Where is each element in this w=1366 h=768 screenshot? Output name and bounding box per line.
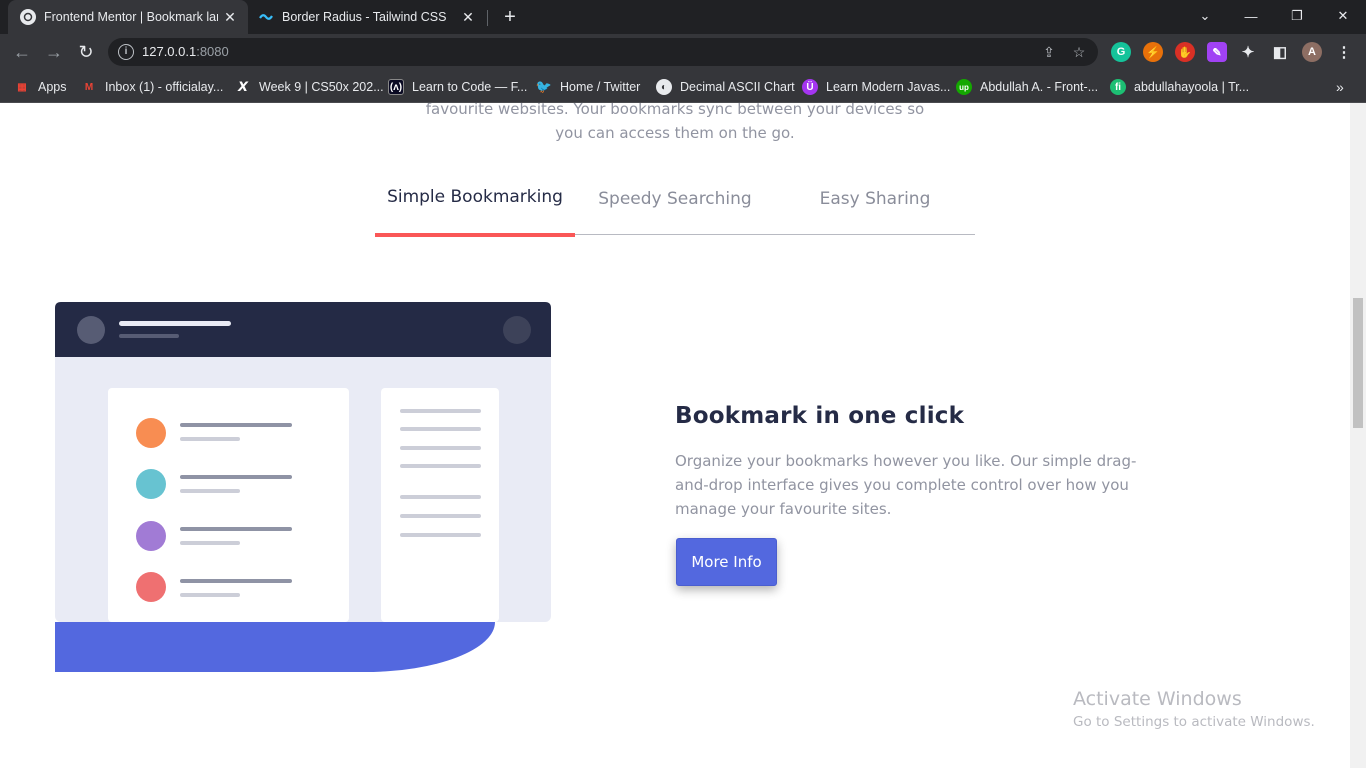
feature-tabs: Simple Bookmarking Speedy Searching Easy… — [375, 173, 975, 237]
scrollbar-thumb[interactable] — [1353, 298, 1363, 428]
intro-line-1: favourite websites. Your bookmarks sync … — [425, 103, 925, 118]
tab-easy-sharing[interactable]: Easy Sharing — [775, 189, 975, 209]
bookmark-illustration — [55, 302, 551, 622]
bookmarks-overflow-icon[interactable]: » — [1336, 77, 1344, 97]
tab-label: Easy Sharing — [819, 189, 931, 209]
freecodecamp-icon: (ʌ) — [388, 79, 404, 95]
bookmark-ascii-chart[interactable]: ◐ Decimal ASCII Chart — [656, 77, 795, 97]
bookmark-gmail[interactable]: M Inbox (1) - officialay... — [81, 77, 224, 97]
bookmark-label: Learn to Code — F... — [412, 80, 528, 94]
tab-title: Border Radius - Tailwind CSS — [282, 10, 447, 24]
reload-button[interactable]: ↻ — [72, 38, 100, 66]
bookmark-udemy[interactable]: Ü Learn Modern Javas... — [802, 77, 950, 97]
bookmark-star-icon[interactable]: ☆ — [1070, 43, 1088, 61]
active-tab-underline — [375, 233, 575, 237]
tab-close-icon[interactable]: ✕ — [456, 9, 480, 26]
tailwind-favicon-icon — [258, 9, 274, 25]
watermark-subtitle: Go to Settings to activate Windows. — [1073, 714, 1315, 730]
url-host: 127.0.0.1 — [142, 44, 197, 59]
tab-search-icon[interactable]: ⌄ — [1182, 0, 1228, 32]
back-button[interactable]: ← — [8, 38, 36, 66]
bookmark-cs50[interactable]: 𝙓 Week 9 | CS50x 202... — [235, 77, 384, 97]
frontend-mentor-favicon-icon — [20, 9, 36, 25]
url-text: 127.0.0.1:8080 — [142, 44, 229, 59]
bookmark-upwork[interactable]: up Abdullah A. - Front-... — [956, 77, 1098, 97]
browser-toolbar: ← → ↻ i 127.0.0.1:8080 ⇪ ☆ G ⚡ ✋ ✎ ✦ ◧ A… — [0, 34, 1366, 70]
adblock-extension-icon[interactable]: ✋ — [1175, 42, 1195, 62]
extensions-puzzle-icon[interactable]: ✦ — [1238, 42, 1258, 62]
close-window-button[interactable]: ✕ — [1320, 0, 1366, 32]
twitter-icon: 🐦 — [535, 79, 553, 94]
address-bar[interactable]: i 127.0.0.1:8080 ⇪ ☆ — [108, 38, 1098, 66]
profile-avatar[interactable]: A — [1302, 42, 1322, 62]
apps-grid-icon: ▦ — [17, 81, 27, 93]
grammarly-extension-icon[interactable]: G — [1111, 42, 1131, 62]
tab-label: Simple Bookmarking — [387, 187, 563, 207]
bookmark-label: abdullahayoola | Tr... — [1134, 80, 1250, 94]
udemy-icon: Ü — [802, 79, 818, 95]
bookmarks-bar: ▦ Apps M Inbox (1) - officialay... 𝙓 Week 9… — [0, 70, 1366, 103]
feature-description: Organize your bookmarks however you like… — [675, 452, 1137, 518]
bookmark-fiverr[interactable]: fi abdullahayoola | Tr... — [1110, 77, 1249, 97]
tab-speedy-searching[interactable]: Speedy Searching — [575, 189, 775, 209]
background-blob — [55, 622, 495, 672]
bookmark-label: Apps — [38, 80, 67, 94]
windows-activation-watermark: Activate Windows Go to Settings to activ… — [1073, 688, 1315, 730]
tab-strip: Frontend Mentor | Bookmark landing page … — [0, 0, 1366, 34]
bookmark-label: Week 9 | CS50x 202... — [259, 80, 384, 94]
intro-text: favourite websites. Your bookmarks sync … — [375, 103, 975, 145]
more-info-button[interactable]: More Info — [676, 538, 777, 586]
bookmark-label: Inbox (1) - officialay... — [105, 80, 224, 94]
bookmark-twitter[interactable]: 🐦 Home / Twitter — [536, 77, 640, 97]
upwork-icon: up — [956, 79, 972, 95]
restore-button[interactable]: ❐ — [1274, 0, 1320, 32]
bookmark-label: Learn Modern Javas... — [826, 80, 951, 94]
tab-title: Frontend Mentor | Bookmark landing page — [44, 10, 218, 24]
browser-chrome: Frontend Mentor | Bookmark landing page … — [0, 0, 1366, 103]
watermark-title: Activate Windows — [1073, 688, 1242, 710]
page-scrollbar[interactable] — [1350, 103, 1366, 768]
x-icon: 𝙓 — [237, 79, 249, 94]
site-info-icon[interactable]: i — [118, 44, 134, 60]
forward-button[interactable]: → — [40, 38, 68, 66]
tab-label: Speedy Searching — [598, 189, 752, 209]
bookmark-apps[interactable]: ▦ Apps — [14, 77, 67, 97]
url-port: :8080 — [196, 44, 229, 59]
bookmark-label: Home / Twitter — [560, 80, 641, 94]
bookmark-label: Abdullah A. - Front-... — [980, 80, 1099, 94]
globe-icon: ◐ — [656, 79, 672, 95]
fiverr-icon: fi — [1110, 79, 1126, 95]
feature-title: Bookmark in one click — [675, 403, 965, 429]
bookmark-label: Decimal ASCII Chart — [680, 80, 795, 94]
page-viewport: favourite websites. Your bookmarks sync … — [0, 103, 1350, 768]
gmail-icon: M — [84, 81, 94, 93]
minimize-button[interactable]: — — [1228, 0, 1274, 32]
menu-kebab-icon[interactable]: ⋮ — [1334, 42, 1354, 62]
tab-close-icon[interactable]: ✕ — [218, 9, 242, 26]
extension-purple-icon[interactable]: ✎ — [1207, 42, 1227, 62]
bookmark-freecodecamp[interactable]: (ʌ) Learn to Code — F... — [388, 77, 527, 97]
side-panel-icon[interactable]: ◧ — [1270, 42, 1290, 62]
share-icon[interactable]: ⇪ — [1040, 43, 1058, 61]
new-tab-button[interactable]: + — [498, 4, 522, 30]
extension-orange-icon[interactable]: ⚡ — [1143, 42, 1163, 62]
tab-tailwind[interactable]: Border Radius - Tailwind CSS ✕ — [250, 0, 486, 34]
tab-simple-bookmarking[interactable]: Simple Bookmarking — [375, 187, 575, 207]
tab-frontend-mentor[interactable]: Frontend Mentor | Bookmark landing page … — [8, 0, 248, 34]
tab-separator — [487, 10, 488, 26]
intro-line-2: you can access them on the go. — [555, 124, 795, 142]
